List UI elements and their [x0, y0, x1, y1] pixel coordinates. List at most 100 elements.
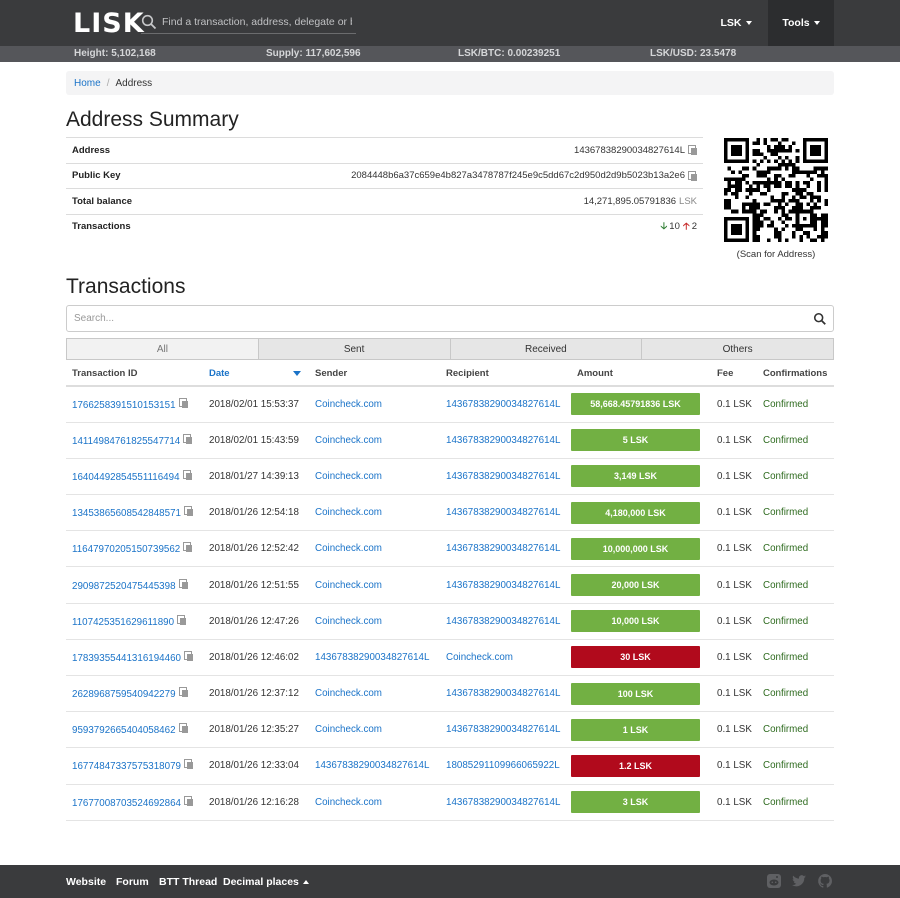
transactions-title: Transactions: [66, 275, 186, 298]
recipient-link[interactable]: 14367838290034827614L: [446, 580, 560, 591]
transaction-id-link[interactable]: 17677008703524692864: [72, 798, 181, 809]
global-search[interactable]: [141, 10, 356, 34]
transaction-id-link[interactable]: 1766258391510153151: [72, 400, 176, 411]
transactions-count-label: Transactions: [72, 221, 131, 233]
filter-tab-others[interactable]: Others: [641, 338, 834, 360]
filter-tab-sent[interactable]: Sent: [257, 338, 451, 360]
recipient-link[interactable]: Coincheck.com: [446, 652, 513, 663]
recipient-link[interactable]: 14367838290034827614L: [446, 797, 560, 808]
copy-icon[interactable]: [178, 723, 188, 734]
cell-amount: 4,180,000 LSK: [571, 494, 711, 532]
stat-lsk-usd: LSK/USD: 23.5478: [650, 48, 737, 59]
sender-link[interactable]: 14367838290034827614L: [315, 760, 429, 771]
cell-sender: 14367838290034827614L: [309, 747, 440, 785]
footer: Website Forum BTT Thread Decimal places: [0, 865, 900, 898]
transactions-search[interactable]: [66, 305, 834, 332]
transaction-id-link[interactable]: 1107425351629611890: [72, 617, 174, 628]
sender-link[interactable]: Coincheck.com: [315, 435, 382, 446]
transaction-id-link[interactable]: 9593792665404058462: [72, 725, 176, 736]
col-transaction-id[interactable]: Transaction ID: [66, 362, 203, 387]
lisk-logo[interactable]: LISK: [73, 8, 145, 39]
transaction-id-link[interactable]: 2628968759540942279: [72, 689, 176, 700]
copy-icon[interactable]: [182, 469, 192, 480]
sender-link[interactable]: Coincheck.com: [315, 507, 382, 518]
search-icon[interactable]: [813, 312, 827, 326]
transaction-id-link[interactable]: 11647970205150739562: [72, 544, 180, 555]
twitter-icon[interactable]: [791, 873, 807, 889]
recipient-link[interactable]: 14367838290034827614L: [446, 543, 560, 554]
sender-link[interactable]: Coincheck.com: [315, 399, 382, 410]
footer-link-btt-thread[interactable]: BTT Thread: [159, 876, 217, 888]
sender-link[interactable]: Coincheck.com: [315, 797, 382, 808]
recipient-link[interactable]: 14367838290034827614L: [446, 616, 560, 627]
copy-icon[interactable]: [183, 795, 193, 806]
footer-link-website[interactable]: Website: [66, 876, 106, 888]
copy-icon[interactable]: [183, 650, 193, 661]
copy-icon[interactable]: [178, 397, 188, 408]
col-date[interactable]: Date: [203, 362, 309, 387]
sender-link[interactable]: Coincheck.com: [315, 688, 382, 699]
copy-icon[interactable]: [178, 687, 188, 698]
cell-transaction-id: 17677008703524692864: [66, 784, 203, 821]
copy-icon[interactable]: [183, 542, 193, 553]
transactions-table: Transaction ID Date Sender Recipient Amo…: [66, 362, 834, 821]
copy-icon[interactable]: [183, 433, 193, 444]
breadcrumb-home[interactable]: Home: [74, 78, 101, 89]
amount-badge: 5 LSK: [571, 429, 700, 452]
stat-height: Height: 5,102,168: [74, 48, 156, 59]
copy-icon[interactable]: [183, 759, 193, 770]
recipient-link[interactable]: 18085291109966065922L: [446, 760, 560, 771]
recipient-link[interactable]: 14367838290034827614L: [446, 471, 560, 482]
sender-link[interactable]: Coincheck.com: [315, 543, 382, 554]
decimal-places-dropdown[interactable]: Decimal places: [223, 876, 309, 888]
cell-transaction-id: 17839355441316194460: [66, 639, 203, 677]
sender-link[interactable]: Coincheck.com: [315, 580, 382, 591]
status-confirmed: Confirmed: [763, 651, 809, 663]
reddit-icon[interactable]: [766, 873, 782, 889]
col-recipient[interactable]: Recipient: [440, 362, 571, 387]
col-amount[interactable]: Amount: [571, 362, 711, 387]
copy-icon[interactable]: [178, 578, 188, 589]
sender-link[interactable]: Coincheck.com: [315, 471, 382, 482]
transaction-id-link[interactable]: 13453865608542848571: [72, 508, 181, 519]
sender-link[interactable]: Coincheck.com: [315, 724, 382, 735]
caret-down-icon: [745, 21, 752, 25]
cell-recipient: 14367838290034827614L: [440, 675, 571, 713]
copy-icon[interactable]: [688, 145, 697, 156]
copy-icon[interactable]: [177, 614, 187, 625]
cell-recipient: 14367838290034827614L: [440, 530, 571, 568]
col-fee[interactable]: Fee: [711, 362, 757, 387]
footer-link-forum[interactable]: Forum: [116, 876, 149, 888]
cell-sender: Coincheck.com: [309, 530, 440, 568]
copy-icon[interactable]: [688, 170, 697, 181]
cell-status: Confirmed: [757, 386, 834, 423]
status-confirmed: Confirmed: [763, 615, 809, 627]
recipient-link[interactable]: 14367838290034827614L: [446, 688, 560, 699]
recipient-link[interactable]: 14367838290034827614L: [446, 399, 560, 410]
currency-dropdown[interactable]: LSK: [706, 0, 766, 46]
sender-link[interactable]: Coincheck.com: [315, 616, 382, 627]
cell-status: Confirmed: [757, 639, 834, 677]
cell-fee: 0.1 LSK: [711, 784, 757, 821]
recipient-link[interactable]: 14367838290034827614L: [446, 724, 560, 735]
amount-badge: 1.2 LSK: [571, 754, 700, 777]
transaction-id-link[interactable]: 16774847337575318079: [72, 761, 181, 772]
col-sender[interactable]: Sender: [309, 362, 440, 387]
filter-tab-received[interactable]: Received: [449, 338, 643, 360]
sender-link[interactable]: 14367838290034827614L: [315, 652, 429, 663]
global-search-input[interactable]: [162, 15, 352, 28]
transaction-id-link[interactable]: 2909872520475445398: [72, 581, 176, 592]
recipient-link[interactable]: 14367838290034827614L: [446, 507, 560, 518]
filter-tab-all[interactable]: All: [66, 338, 259, 360]
tools-dropdown-label: Tools: [782, 17, 810, 29]
transaction-id-link[interactable]: 14114984761825547714: [72, 436, 180, 447]
copy-icon[interactable]: [183, 506, 193, 517]
transaction-id-link[interactable]: 17839355441316194460: [72, 653, 181, 664]
col-confirmations[interactable]: Confirmations: [757, 362, 834, 387]
transaction-id-link[interactable]: 16404492854551116494: [72, 472, 180, 483]
transactions-search-input[interactable]: [74, 313, 813, 324]
address-value: 14367838290034827614L: [574, 144, 685, 156]
github-icon[interactable]: [817, 873, 833, 889]
tools-dropdown[interactable]: Tools: [768, 0, 834, 46]
recipient-link[interactable]: 14367838290034827614L: [446, 435, 560, 446]
